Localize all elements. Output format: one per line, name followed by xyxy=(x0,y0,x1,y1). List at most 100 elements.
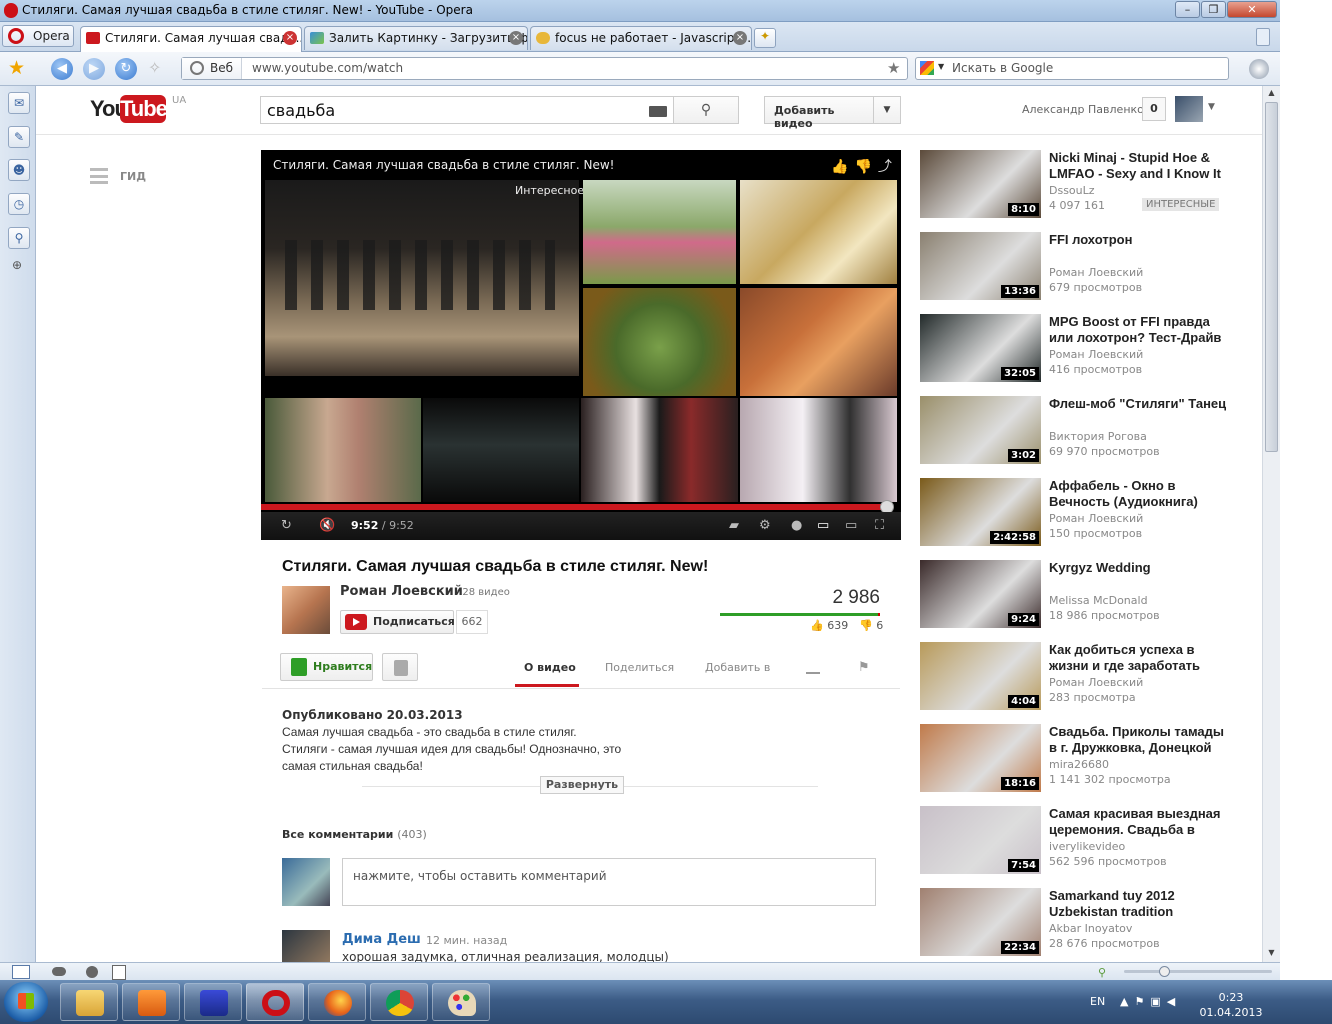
end-screen-video-ffi[interactable] xyxy=(265,398,421,502)
related-video-thumbnail[interactable]: 8:10 xyxy=(920,150,1041,218)
tray-network-icon[interactable]: ▣ xyxy=(1150,995,1166,1008)
taskbar-chrome[interactable] xyxy=(370,983,428,1021)
zoom-figure-icon[interactable]: ⚲ xyxy=(1098,966,1106,979)
url-text[interactable]: www.youtube.com/watch xyxy=(252,61,403,75)
vertical-scrollbar[interactable]: ▲ ▼ xyxy=(1262,86,1280,962)
small-player-icon[interactable]: ▭ xyxy=(817,518,829,533)
upload-video-button[interactable]: Добавить видео xyxy=(764,96,874,130)
user-name[interactable]: Александр Павленко xyxy=(1022,103,1144,116)
zoom-slider-handle[interactable] xyxy=(1159,966,1170,977)
mute-icon[interactable]: 🔇 xyxy=(319,518,335,533)
minimize-button[interactable]: – xyxy=(1175,1,1200,18)
taskbar-explorer[interactable] xyxy=(60,983,118,1021)
related-video-thumbnail[interactable]: 22:34 xyxy=(920,888,1041,956)
related-video-thumbnail[interactable]: 18:16 xyxy=(920,724,1041,792)
like-icon[interactable]: 👍 xyxy=(831,159,854,175)
tray-arrow-icon[interactable]: ▲ xyxy=(1120,995,1134,1008)
related-video-title[interactable]: Kyrgyz Wedding xyxy=(1049,560,1234,576)
search-engine-chevron-icon[interactable]: ▼ xyxy=(938,62,944,71)
channel-video-count[interactable]: · 28 видео xyxy=(456,587,510,598)
fullscreen-icon[interactable]: ⛶ xyxy=(875,518,884,533)
input-language[interactable]: EN xyxy=(1090,995,1105,1008)
related-video-title[interactable]: Samarkand tuy 2012 Uzbekistan tradition xyxy=(1049,888,1234,920)
expand-description-button[interactable]: Развернуть xyxy=(540,776,624,794)
scheme-badge[interactable]: Веб xyxy=(182,58,242,79)
comment-input[interactable]: нажмите, чтобы оставить комментарий xyxy=(342,858,876,906)
related-video-thumbnail[interactable]: 3:02 xyxy=(920,396,1041,464)
annotations-icon[interactable]: ▰ xyxy=(729,518,739,533)
close-button[interactable]: ✕ xyxy=(1227,1,1277,18)
info-icon[interactable]: ● xyxy=(791,518,802,533)
related-video-thumbnail[interactable]: 9:24 xyxy=(920,560,1041,628)
notes-panel-icon[interactable]: ✎ xyxy=(8,126,30,148)
address-bar[interactable]: Веб www.youtube.com/watch ★ xyxy=(181,57,908,80)
back-button[interactable]: ◀ xyxy=(51,58,73,80)
scroll-up-arrow-icon[interactable]: ▲ xyxy=(1264,86,1279,100)
opera-menu-button[interactable]: Opera xyxy=(2,25,74,47)
related-video-item[interactable]: 7:54 Самая красивая выездная церемония. С… xyxy=(920,806,1240,878)
unite-panel-icon[interactable]: ☻ xyxy=(8,159,30,181)
related-video-item[interactable]: 3:02 Флеш-моб "Стиляги" Танец Виктория Рог… xyxy=(920,396,1240,468)
google-icon[interactable] xyxy=(920,61,934,75)
add-panel-icon[interactable]: ⊕ xyxy=(12,258,22,272)
end-screen-video-comic[interactable] xyxy=(740,180,897,284)
comment-author[interactable]: Дима Деш xyxy=(342,932,421,947)
player-title[interactable]: Стиляги. Самая лучшая свадьба в стиле ст… xyxy=(273,158,614,172)
speed-icon[interactable] xyxy=(86,966,98,978)
related-video-title[interactable]: Как добиться успеха в жизни и где зарабо… xyxy=(1049,642,1234,674)
related-video-thumbnail[interactable]: 7:54 xyxy=(920,806,1041,874)
end-screen-video-flashmob[interactable] xyxy=(583,180,736,284)
end-screen-video-affabel[interactable] xyxy=(583,288,736,396)
tab-list-icon[interactable] xyxy=(1256,28,1270,46)
comment-time[interactable]: 12 мин. назад xyxy=(426,934,507,947)
related-video-title[interactable]: Флеш-моб "Стиляги" Танец xyxy=(1049,396,1234,412)
system-tray[interactable]: ▲⚑▣◀ xyxy=(1120,995,1181,1008)
related-video-title[interactable]: Аффабель - Окно в Вечность (Аудиокнига) xyxy=(1049,478,1234,510)
channel-avatar[interactable] xyxy=(282,586,330,634)
page-icon[interactable] xyxy=(112,965,126,980)
account-chevron-icon[interactable]: ▼ xyxy=(1208,102,1215,112)
related-video-item[interactable]: 13:36 FFI лохотрон Роман Лоевский 679 просм… xyxy=(920,232,1240,304)
maximize-button[interactable]: ❐ xyxy=(1201,1,1226,18)
related-video-item[interactable]: 9:24 Kyrgyz Wedding Melissa McDonald 18 986… xyxy=(920,560,1240,632)
tab-javascript-forum[interactable]: focus не работает - Javascript-... × xyxy=(530,26,752,50)
tab-about[interactable]: О видео xyxy=(524,661,576,674)
taskbar-opera[interactable] xyxy=(246,983,304,1021)
related-video-item[interactable]: 18:16 Свадьба. Приколы тамады в г. Дружко… xyxy=(920,724,1240,796)
system-clock[interactable]: 0:23 01.04.2013 xyxy=(1196,990,1266,1020)
notifications-count[interactable]: 0 xyxy=(1142,97,1166,121)
wand-icon[interactable]: ✧ xyxy=(148,58,161,77)
new-tab-button[interactable]: ✦ xyxy=(754,28,776,48)
large-player-icon[interactable]: ▭ xyxy=(845,518,857,533)
end-screen-video-ceremony[interactable] xyxy=(740,398,897,502)
google-search-field[interactable]: ▼ Искать в Google xyxy=(915,57,1229,80)
tray-volume-icon[interactable]: ◀ xyxy=(1167,995,1181,1008)
like-button[interactable]: Нравится xyxy=(280,653,373,681)
history-panel-icon[interactable]: ◷ xyxy=(8,193,30,215)
settings-gear-icon[interactable]: ⚙ xyxy=(759,518,771,533)
taskbar-save-app[interactable] xyxy=(184,983,242,1021)
scrollbar-thumb[interactable] xyxy=(1265,102,1278,452)
end-screen-video-kyrgyz[interactable] xyxy=(581,398,738,502)
replay-icon[interactable]: ↻ xyxy=(281,518,292,533)
keyboard-icon[interactable] xyxy=(649,106,667,117)
related-video-title[interactable]: FFI лохотрон xyxy=(1049,232,1234,248)
related-video-title[interactable]: Nicki Minaj - Stupid Hoe & LMFAO - Sexy … xyxy=(1049,150,1234,182)
related-video-thumbnail[interactable]: 13:36 xyxy=(920,232,1041,300)
dislike-button[interactable] xyxy=(382,653,418,681)
end-screen-video-tamada[interactable] xyxy=(740,288,897,396)
comment-author-avatar[interactable] xyxy=(282,930,330,962)
youtube-search-button[interactable]: ⚲ xyxy=(673,96,739,124)
end-screen-featured-video[interactable] xyxy=(265,180,579,376)
search-panel-icon[interactable]: ⚲ xyxy=(8,227,30,249)
related-video-item[interactable]: 8:10 Nicki Minaj - Stupid Hoe & LMFAO - S… xyxy=(920,150,1240,222)
tab-share[interactable]: Поделиться xyxy=(605,661,674,674)
taskbar-media-player[interactable] xyxy=(122,983,180,1021)
start-button[interactable] xyxy=(4,982,48,1022)
mail-panel-icon[interactable]: ✉ xyxy=(8,92,30,114)
related-video-thumbnail[interactable]: 2:42:58 xyxy=(920,478,1041,546)
tray-flag-icon[interactable]: ⚑ xyxy=(1134,995,1150,1008)
bookmark-star-icon[interactable]: ★ xyxy=(887,59,900,77)
tab-upload-image[interactable]: Залить Картинку - Загрузить ф... × xyxy=(304,26,528,50)
cloud-icon[interactable] xyxy=(52,967,66,976)
